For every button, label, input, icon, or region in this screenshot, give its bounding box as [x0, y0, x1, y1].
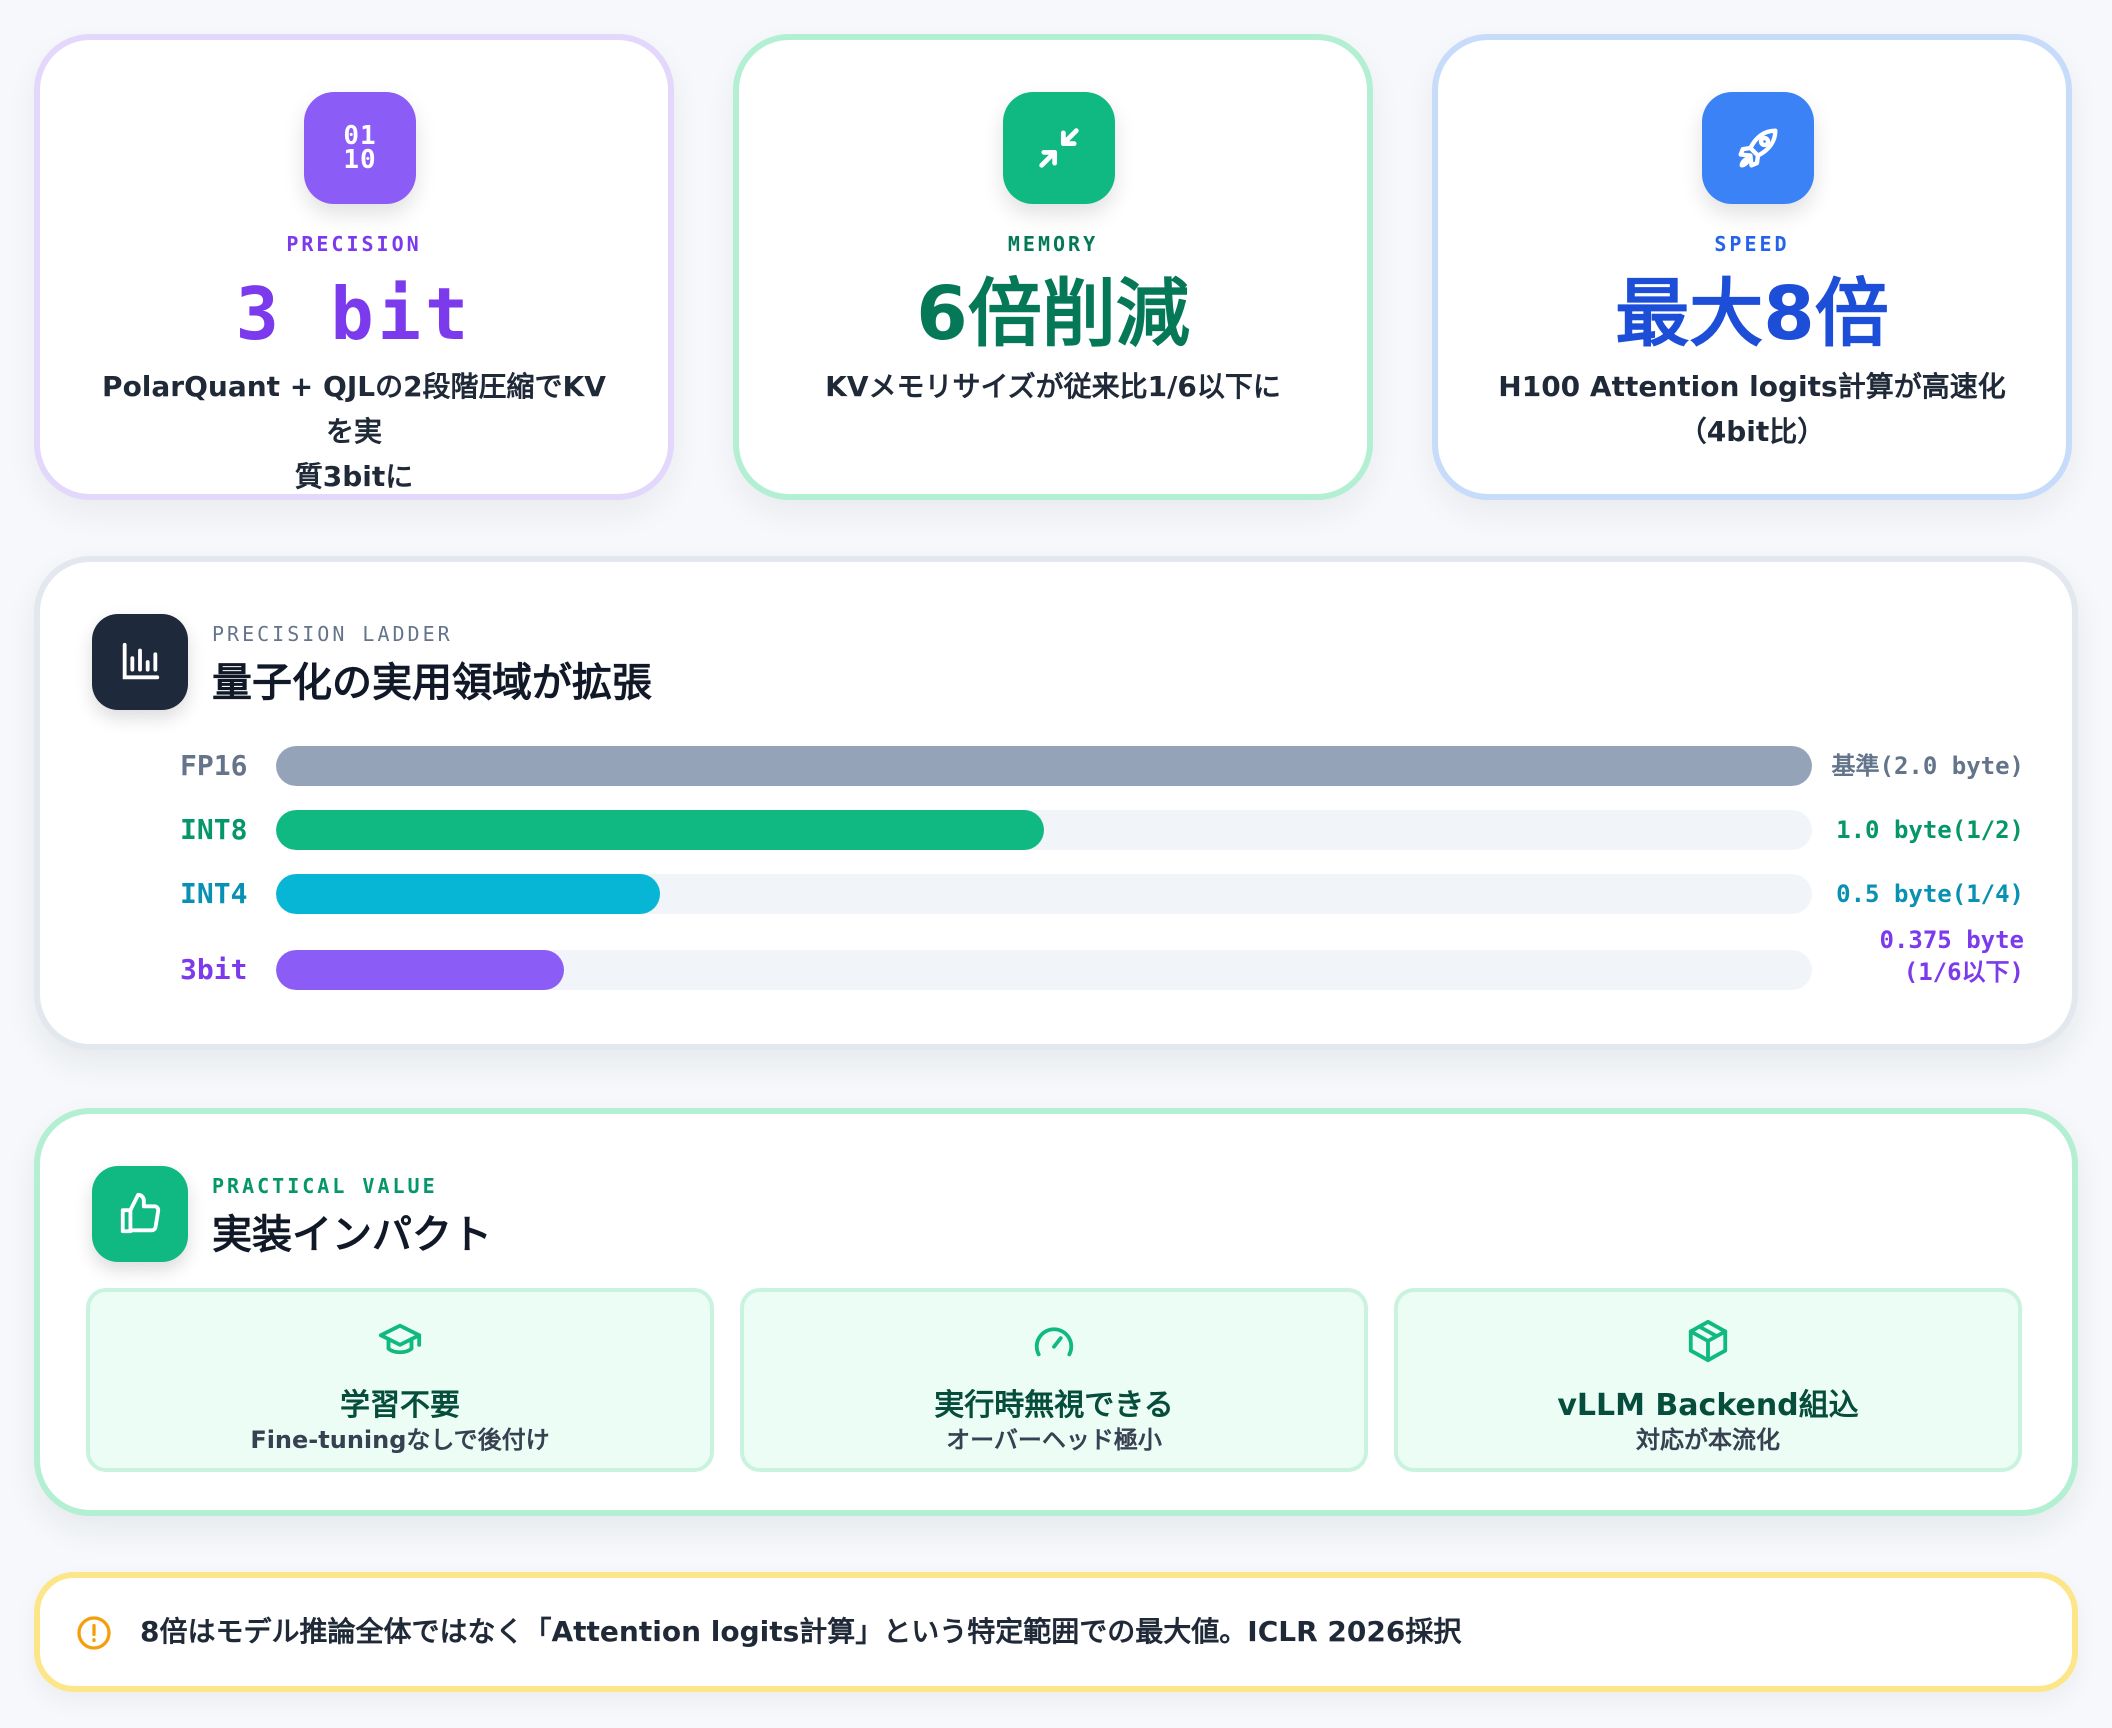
caveat-note: 8倍はモデル推論全体ではなく「Attention logits計算」という特定範… [34, 1572, 2078, 1692]
precision-label: PRECISION [286, 232, 422, 256]
ladder-value-line1: 1.0 byte(1/2) [1836, 816, 2024, 844]
package-box-icon [1398, 1318, 2018, 1368]
graduation-cap-icon [90, 1318, 710, 1368]
memory-label: MEMORY [1007, 232, 1099, 256]
ladder-track [276, 874, 1812, 914]
tile-subtitle: Fine-tuningなしで後付け [250, 1426, 550, 1454]
speed-desc: H100 Attention logits計算が高速化 （4bit比） [1488, 364, 2016, 454]
ladder-value: 基準(2.0 byte) [1832, 750, 2025, 782]
speed-label: SPEED [1714, 232, 1790, 256]
precision-card: 01 10 PRECISION 3 bit PolarQuant + QJLの2… [34, 34, 674, 500]
ladder-label: INT4 [180, 877, 248, 910]
precision-desc-line1: PolarQuant + QJLの2段階圧縮でKVを実 [102, 370, 606, 448]
impact-title: 実装インパクト [212, 1212, 492, 1258]
ladder-label: INT8 [180, 813, 248, 846]
tile-title: vLLM Backend組込 [1557, 1388, 1859, 1423]
precision-desc-line2: 質3bitに [294, 460, 414, 493]
ladder-eyebrow: PRECISION LADDER [212, 622, 453, 646]
tile-subtitle: 対応が本流化 [1636, 1426, 1780, 1454]
impact-eyebrow: PRACTICAL VALUE [212, 1174, 438, 1198]
precision-value: 3 bit [235, 272, 473, 356]
speed-desc-line1: H100 Attention logits計算が高速化 [1498, 370, 2006, 403]
impact-tile-vllm: vLLM Backend組込 対応が本流化 [1394, 1288, 2022, 1472]
memory-card: MEMORY 6倍削減 KVメモリサイズが従来比1/6以下に [733, 34, 1373, 500]
speed-desc-line2: （4bit比） [1678, 415, 1826, 448]
precision-ladder-panel: PRECISION LADDER 量子化の実用領域が拡張 FP16 基準(2.0… [34, 556, 2078, 1050]
alert-circle-icon [77, 1616, 111, 1650]
ladder-value-line1: 基準(2.0 byte) [1831, 752, 2025, 780]
speed-value: 最大8倍 [1615, 271, 1889, 357]
ladder-fill [276, 810, 1044, 850]
memory-desc: KVメモリサイズが従来比1/6以下に [789, 364, 1317, 409]
ladder-track [276, 950, 1812, 990]
gauge-icon [744, 1318, 1364, 1368]
precision-desc: PolarQuant + QJLの2段階圧縮でKVを実 質3bitに [90, 364, 618, 499]
ladder-track [276, 810, 1812, 850]
ladder-value-line1: 0.375 byte [1879, 926, 2025, 954]
tile-title: 実行時無視できる [934, 1388, 1174, 1423]
speed-card: SPEED 最大8倍 H100 Attention logits計算が高速化 （… [1432, 34, 2072, 500]
rocket-icon [1702, 92, 1814, 204]
impact-tile-low-overhead: 実行時無視できる オーバーヘッド極小 [740, 1288, 1368, 1472]
ladder-fill [276, 874, 660, 914]
ladder-title: 量子化の実用領域が拡張 [212, 660, 652, 706]
thumbs-up-icon [92, 1166, 188, 1262]
memory-desc-line1: KVメモリサイズが従来比1/6以下に [825, 370, 1281, 403]
practical-value-panel: PRACTICAL VALUE 実装インパクト 学習不要 Fine-tuning… [34, 1108, 2078, 1516]
ladder-fill [276, 746, 1812, 786]
bar-chart-icon [92, 614, 188, 710]
memory-value: 6倍削減 [916, 271, 1190, 357]
ladder-label: FP16 [180, 749, 248, 782]
impact-tile-no-training: 学習不要 Fine-tuningなしで後付け [86, 1288, 714, 1472]
note-text: 8倍はモデル推論全体ではなく「Attention logits計算」という特定範… [140, 1615, 1462, 1648]
ladder-value: 1.0 byte(1/2) [1836, 814, 2024, 846]
ladder-value-line1: 0.5 byte(1/4) [1836, 880, 2024, 908]
compress-arrows-icon [1003, 92, 1115, 204]
tile-subtitle: オーバーヘッド極小 [946, 1426, 1162, 1454]
ladder-value: 0.5 byte(1/4) [1836, 878, 2024, 910]
binary-glyph-bottom: 10 [343, 145, 377, 175]
ladder-value-line2: (1/6以下) [1903, 958, 2024, 986]
tile-title: 学習不要 [340, 1388, 460, 1423]
binary-icon: 01 10 [304, 92, 416, 204]
ladder-value: 0.375 byte (1/6以下) [1880, 924, 2025, 988]
ladder-track [276, 746, 1812, 786]
ladder-label: 3bit [180, 953, 248, 986]
ladder-fill [276, 950, 564, 990]
